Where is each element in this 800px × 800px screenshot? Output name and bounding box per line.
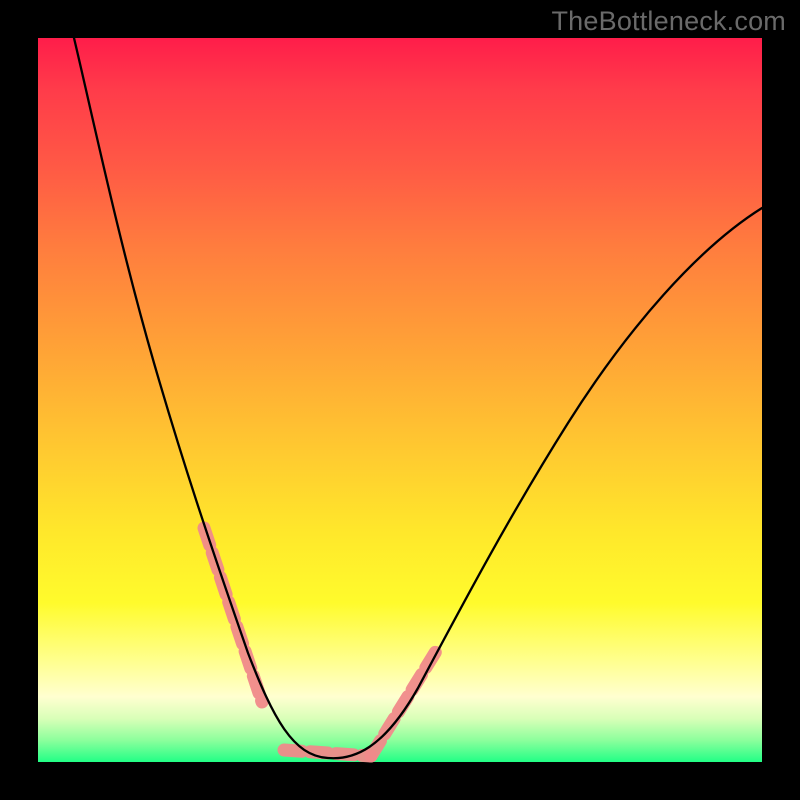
bottleneck-curve [74, 38, 762, 758]
chart-frame: TheBottleneck.com [0, 0, 800, 800]
right-branch-marks [371, 648, 438, 756]
watermark-text: TheBottleneck.com [551, 6, 786, 37]
left-branch-marks [204, 528, 262, 702]
curve-layer [38, 38, 762, 762]
plot-area [38, 38, 762, 762]
